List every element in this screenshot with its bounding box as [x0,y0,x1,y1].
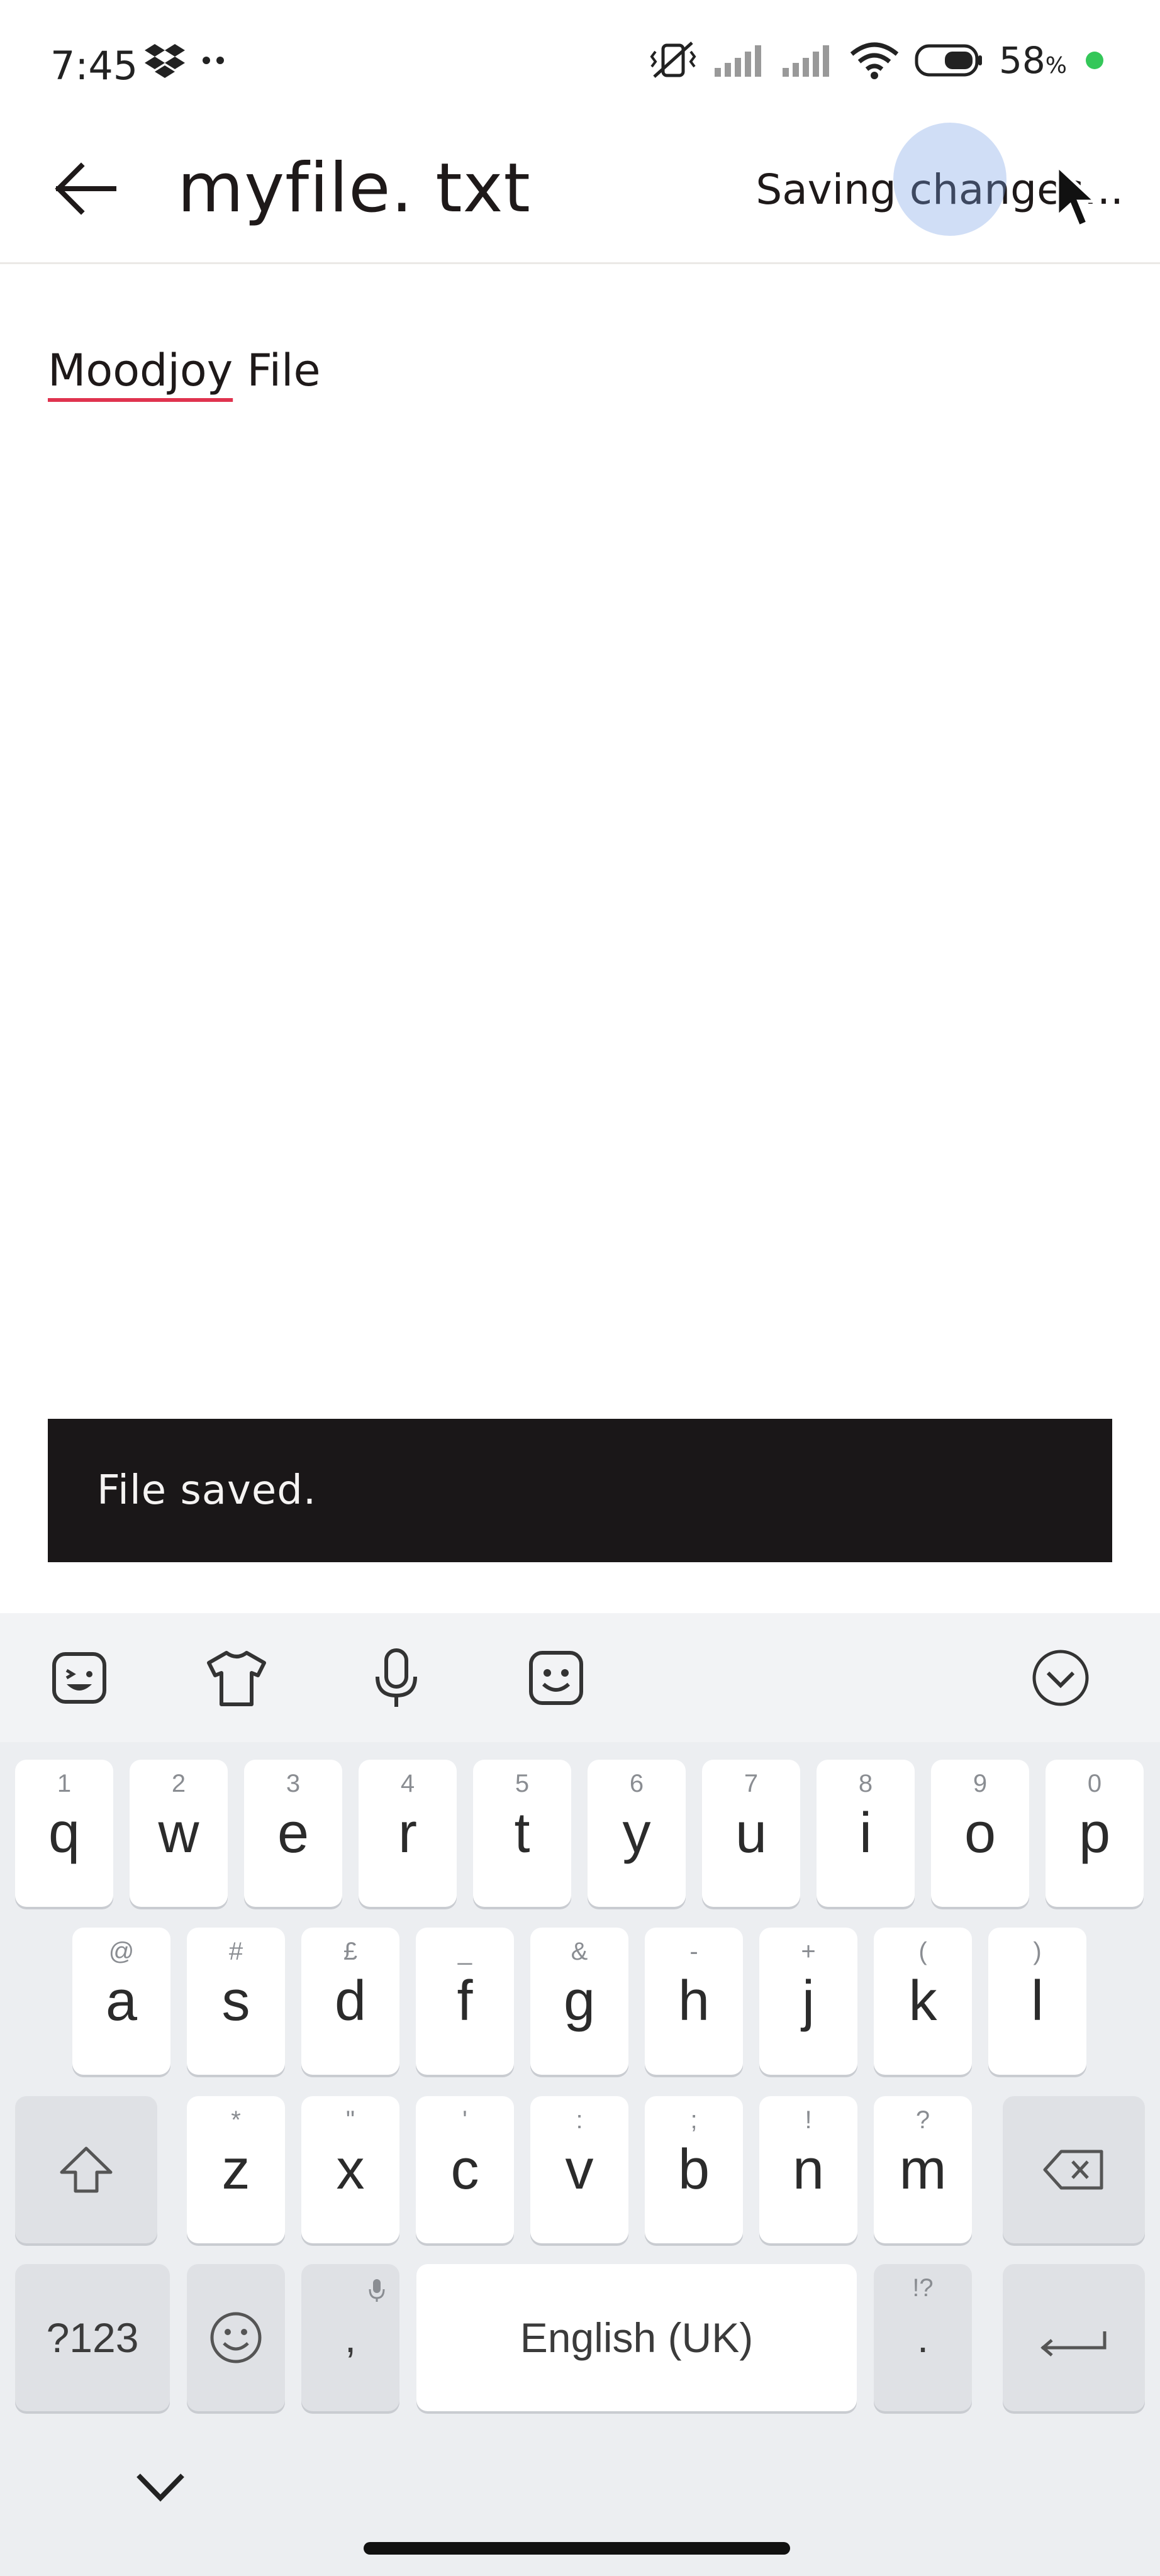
emoji-key[interactable] [187,2264,285,2411]
status-left-icons [145,43,226,78]
backspace-key[interactable] [1003,2096,1145,2243]
key-k[interactable]: (k [874,1928,972,2075]
key-i[interactable]: 8i [817,1760,915,1907]
vibrate-mute-icon [650,42,696,78]
key-s[interactable]: # s [187,1928,285,2075]
key-t[interactable]: 5t [473,1760,571,1907]
key-f[interactable]: _ f [416,1928,514,2075]
privacy-indicator-dot [1086,52,1103,69]
key-y[interactable]: 6y [588,1760,686,1907]
back-button[interactable] [44,148,126,230]
touch-ripple [893,123,1007,236]
microphone-icon[interactable] [365,1646,428,1709]
key-q[interactable]: 1q [15,1760,113,1907]
status-time: 7:45 [50,43,138,89]
key-o[interactable]: 9o [931,1760,1029,1907]
key-b[interactable]: ; b [645,2096,743,2243]
arrow-left-icon [55,162,116,215]
status-bar: 7:45 58% [0,0,1160,129]
more-dots-icon [203,57,224,64]
snackbar-message: File saved. [97,1467,317,1514]
key-n[interactable]: ! n [759,2096,857,2243]
wifi-icon [850,42,899,79]
symbols-key[interactable]: ?123 [15,2264,170,2411]
shift-key[interactable] [15,2096,157,2243]
file-title: myfile. txt [177,149,531,228]
space-key[interactable]: English (UK) [416,2264,857,2411]
sticker-icon[interactable] [48,1646,111,1709]
key-d[interactable]: £ d [301,1928,399,2075]
backspace-icon [1043,2150,1103,2190]
key-m[interactable]: ? m [874,2096,972,2243]
comma-key[interactable]: , [301,2264,399,2411]
status-right-icons: 58% [648,39,1103,82]
shift-arrow-icon [60,2146,113,2193]
enter-icon [1040,2331,1107,2357]
document-text-rest: File [233,345,321,396]
key-v[interactable]: :v [530,2096,628,2243]
dropbox-icon [145,44,185,78]
key-h[interactable]: -h [645,1928,743,2075]
key-x[interactable]: " x [301,2096,399,2243]
key-z[interactable]: * z [187,2096,285,2243]
emoji-sticker-icon[interactable] [525,1646,588,1709]
keyboard: 1q 2w 3e 4r 5t 6y 7u 8i 9o 0p @ a # s £ d _… [0,1613,1160,2576]
key-j[interactable]: + j [759,1928,857,2075]
misspelled-word[interactable]: Moodjoy [48,345,233,396]
signal-icon [782,45,829,77]
key-e[interactable]: 3e [244,1760,342,1907]
mouse-cursor-icon [1056,164,1100,229]
snackbar: File saved. [48,1419,1112,1562]
key-u[interactable]: 7u [702,1760,800,1907]
period-key[interactable]: !?. [874,2264,972,2411]
document-text[interactable]: Moodjoy File [48,345,321,396]
battery-percent: 58% [998,39,1067,82]
key-p[interactable]: 0p [1046,1760,1144,1907]
key-g[interactable]: & g [530,1928,628,2075]
key-a[interactable]: @ a [72,1928,170,2075]
key-l[interactable]: ) l [988,1928,1086,2075]
home-indicator[interactable] [364,2542,790,2555]
key-w[interactable]: 2w [130,1760,228,1907]
key-c[interactable]: ' c [416,2096,514,2243]
battery-icon [915,44,982,77]
enter-key[interactable] [1003,2264,1145,2411]
key-r[interactable]: 4r [359,1760,457,1907]
collapse-keyboard-icon[interactable] [1029,1646,1092,1709]
signal-icon [714,45,761,77]
chevron-down-icon[interactable] [132,2465,189,2509]
keyboard-toolbar [0,1613,1160,1742]
microphone-hint-icon [369,2279,385,2302]
emoji-icon [210,2312,262,2363]
theme-shirt-icon[interactable] [205,1646,268,1709]
